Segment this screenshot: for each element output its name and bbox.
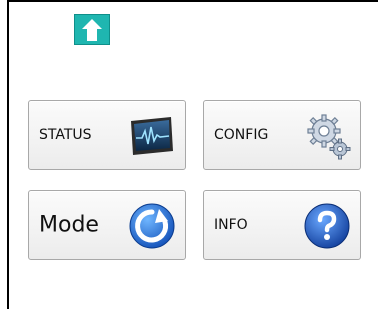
info-label: INFO xyxy=(214,217,248,233)
config-label: CONFIG xyxy=(214,127,269,143)
mode-label: Mode xyxy=(39,212,99,238)
arrow-up-icon xyxy=(82,18,102,41)
refresh-icon xyxy=(129,203,175,249)
up-button[interactable] xyxy=(74,14,110,45)
status-button[interactable]: STATUS xyxy=(28,100,186,170)
question-icon xyxy=(304,203,350,249)
status-label: STATUS xyxy=(39,127,92,143)
gears-icon xyxy=(307,114,351,160)
monitor-waveform-icon xyxy=(131,117,173,155)
mode-button[interactable]: Mode xyxy=(28,190,186,260)
info-button[interactable]: INFO xyxy=(203,190,361,260)
config-button[interactable]: CONFIG xyxy=(203,100,361,170)
